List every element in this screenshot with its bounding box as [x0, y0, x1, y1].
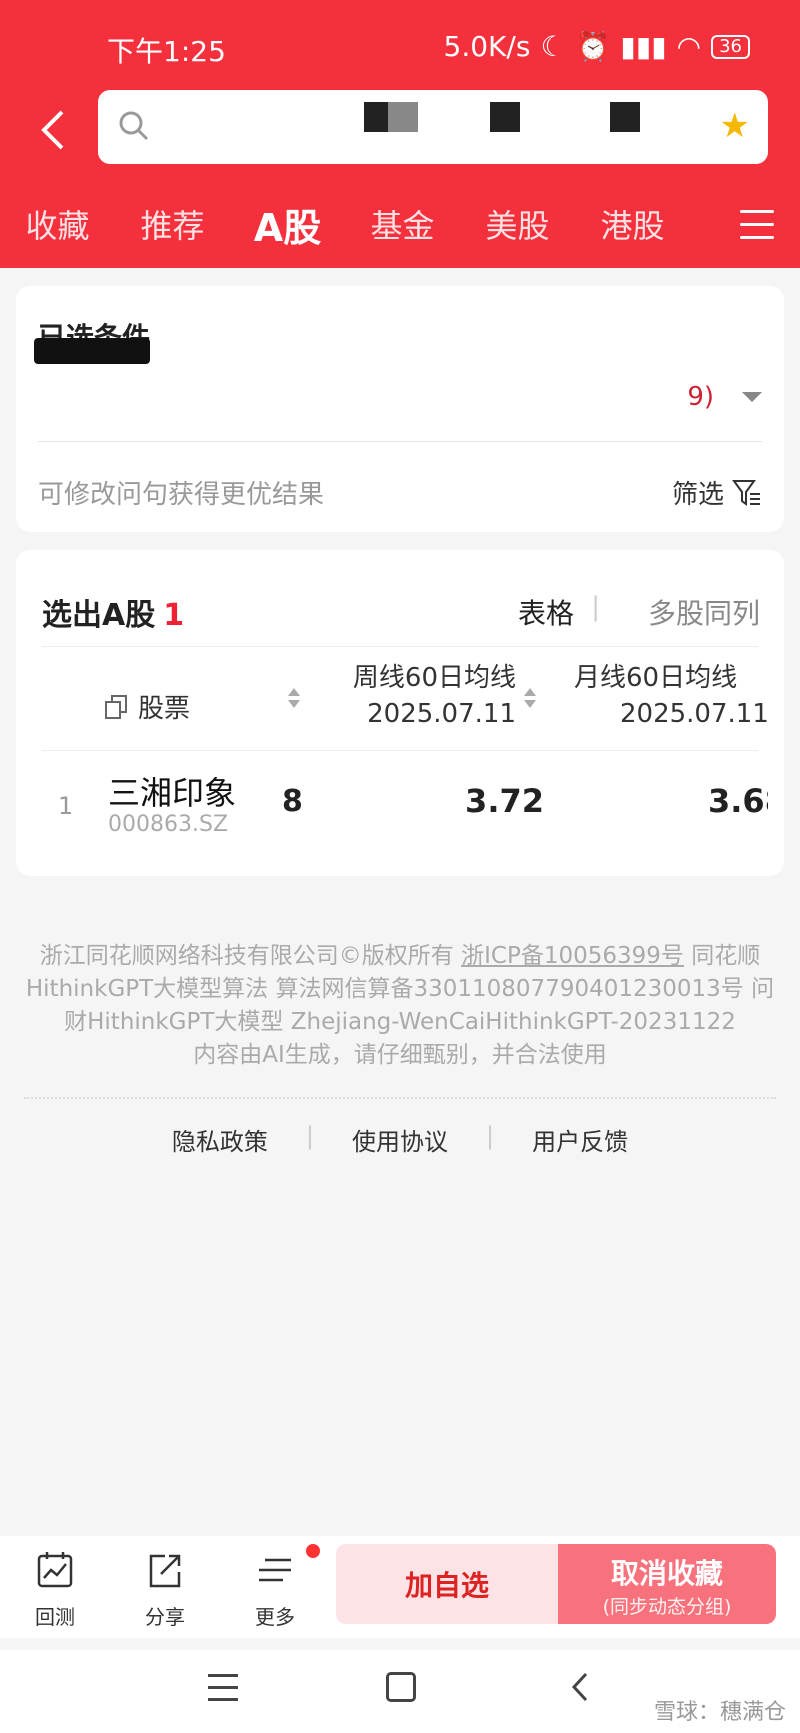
conditions-card: 已选条件 9) 可修改问句获得更优结果 筛选 — [16, 286, 784, 532]
app-header: 下午1:25 5.0K/s ☾ ⏰ ▮▮▮ ◠ 36 ★ 收藏 推荐 A股 基金… — [0, 0, 800, 268]
chevron-down-icon[interactable] — [742, 392, 762, 402]
status-bar: 下午1:25 5.0K/s ☾ ⏰ ▮▮▮ ◠ 36 — [0, 0, 800, 90]
filter-button[interactable]: 筛选 — [672, 474, 762, 511]
divider — [42, 646, 758, 647]
share-label: 分享 — [145, 1605, 185, 1629]
legal-text-c: 内容由AI生成，请仔细甄别，并合法使用 — [193, 1042, 607, 1068]
privacy-policy-link[interactable]: 隐私政策 — [172, 1122, 268, 1157]
link-separator: | — [305, 1122, 314, 1150]
conditions-count: 9) — [687, 382, 714, 412]
filter-label: 筛选 — [671, 480, 724, 510]
search-icon — [119, 111, 149, 141]
view-multi-button[interactable]: 多股同列 — [648, 592, 760, 632]
sort-icon[interactable] — [288, 688, 300, 708]
icp-link[interactable]: 浙ICP备10056399号 — [461, 943, 684, 969]
share-icon — [149, 1554, 181, 1588]
tab-favorites[interactable]: 收藏 — [0, 201, 115, 247]
column-header-stock[interactable]: 股票 — [104, 688, 190, 725]
status-indicators: 5.0K/s ☾ ⏰ ▮▮▮ ◠ 36 — [444, 30, 750, 63]
divider — [38, 441, 762, 442]
tab-us-stocks[interactable]: 美股 — [460, 201, 575, 247]
column-monthly-label: 月线60日均线 — [574, 663, 738, 693]
cell-truncated-value: 8 — [282, 784, 303, 819]
redaction-mask — [610, 102, 640, 132]
status-time: 下午1:25 — [107, 35, 226, 68]
view-table-button[interactable]: 表格 — [518, 592, 574, 632]
moon-icon: ☾ — [540, 30, 566, 63]
recent-apps-icon[interactable] — [208, 1674, 238, 1710]
row-index: 1 — [58, 792, 74, 820]
tab-funds[interactable]: 基金 — [345, 201, 460, 247]
more-label: 更多 — [255, 1605, 295, 1629]
search-input[interactable]: ★ — [98, 90, 768, 164]
column-monthly-date: 2025.07.11 — [620, 699, 768, 729]
more-icon — [259, 1558, 291, 1582]
network-speed: 5.0K/s — [443, 30, 531, 63]
redaction-mask — [34, 338, 150, 364]
alarm-icon: ⏰ — [575, 30, 611, 63]
stock-name[interactable]: 三湘印象 — [108, 768, 236, 814]
backtest-button[interactable]: 回测 — [20, 1550, 90, 1630]
legal-notice: 浙江同花顺网络科技有限公司©版权所有 浙ICP备10056399号 同花顺Hit… — [24, 940, 776, 1072]
watermark: 雪球：穗满仓 — [653, 1700, 786, 1725]
notification-badge — [306, 1544, 320, 1558]
add-watchlist-button[interactable]: 加自选 — [336, 1544, 558, 1624]
tab-recommend[interactable]: 推荐 — [115, 201, 230, 247]
remove-favorite-button[interactable]: 取消收藏 (同步动态分组) — [558, 1544, 776, 1624]
link-separator: | — [486, 1122, 495, 1150]
remove-favorite-label: 取消收藏 — [610, 1557, 723, 1590]
star-icon[interactable]: ★ — [720, 108, 750, 144]
results-title-label: 选出A股 — [42, 598, 156, 633]
redaction-mask — [490, 102, 520, 132]
back-arrow-icon[interactable] — [38, 108, 70, 152]
sort-icon[interactable] — [524, 688, 536, 708]
results-count: 1 — [163, 598, 185, 633]
results-card: 选出A股 1 表格 | 多股同列 股票 周线60日均线 2025.07.11 月线… — [16, 550, 784, 876]
footer-links: 隐私政策 | 使用协议 | 用户反馈 — [0, 1122, 800, 1157]
wifi-icon: ◠ — [676, 30, 702, 63]
divider — [42, 750, 758, 751]
column-weekly-label: 周线60日均线 — [352, 663, 516, 693]
terms-link[interactable]: 使用协议 — [352, 1122, 448, 1157]
feedback-link[interactable]: 用户反馈 — [532, 1122, 628, 1157]
column-stock-label: 股票 — [138, 694, 191, 724]
filter-icon — [732, 479, 760, 506]
divider — [24, 1097, 776, 1099]
signal-icon: ▮▮▮ — [620, 30, 667, 63]
back-icon[interactable] — [566, 1670, 596, 1704]
column-weekly-date: 2025.07.11 — [367, 699, 516, 729]
redaction-mask — [388, 102, 418, 132]
column-header-weekly-ma60[interactable]: 周线60日均线 2025.07.11 — [353, 660, 516, 732]
stock-code: 000863.SZ — [108, 812, 229, 837]
cell-monthly-ma60: 3.68 — [708, 782, 768, 820]
legal-text-a: 浙江同花顺网络科技有限公司©版权所有 — [39, 943, 462, 969]
share-button[interactable]: 分享 — [130, 1550, 200, 1630]
conditions-hint: 可修改问句获得更优结果 — [38, 480, 325, 510]
battery-icon: 36 — [711, 34, 750, 59]
view-separator: | — [591, 592, 600, 622]
results-title: 选出A股 1 — [42, 590, 184, 634]
tab-menu-icon[interactable] — [740, 210, 774, 240]
tab-a-shares[interactable]: A股 — [230, 197, 345, 252]
backtest-icon — [37, 1552, 73, 1588]
bottom-action-bar: 回测 分享 更多 加自选 取消收藏 (同步动态分组) — [0, 1536, 800, 1638]
column-header-monthly-ma60[interactable]: 月线60日均线 2025.07.11 — [574, 660, 768, 732]
copy-icon[interactable] — [104, 694, 128, 720]
more-button[interactable]: 更多 — [240, 1550, 310, 1630]
category-tabs: 收藏 推荐 A股 基金 美股 港股 — [0, 196, 800, 252]
home-icon[interactable] — [386, 1672, 416, 1702]
backtest-label: 回测 — [35, 1605, 75, 1629]
remove-favorite-sublabel: (同步动态分组) — [602, 1596, 732, 1618]
cell-weekly-ma60: 3.72 — [465, 782, 544, 820]
tab-hk-stocks[interactable]: 港股 — [575, 201, 690, 247]
